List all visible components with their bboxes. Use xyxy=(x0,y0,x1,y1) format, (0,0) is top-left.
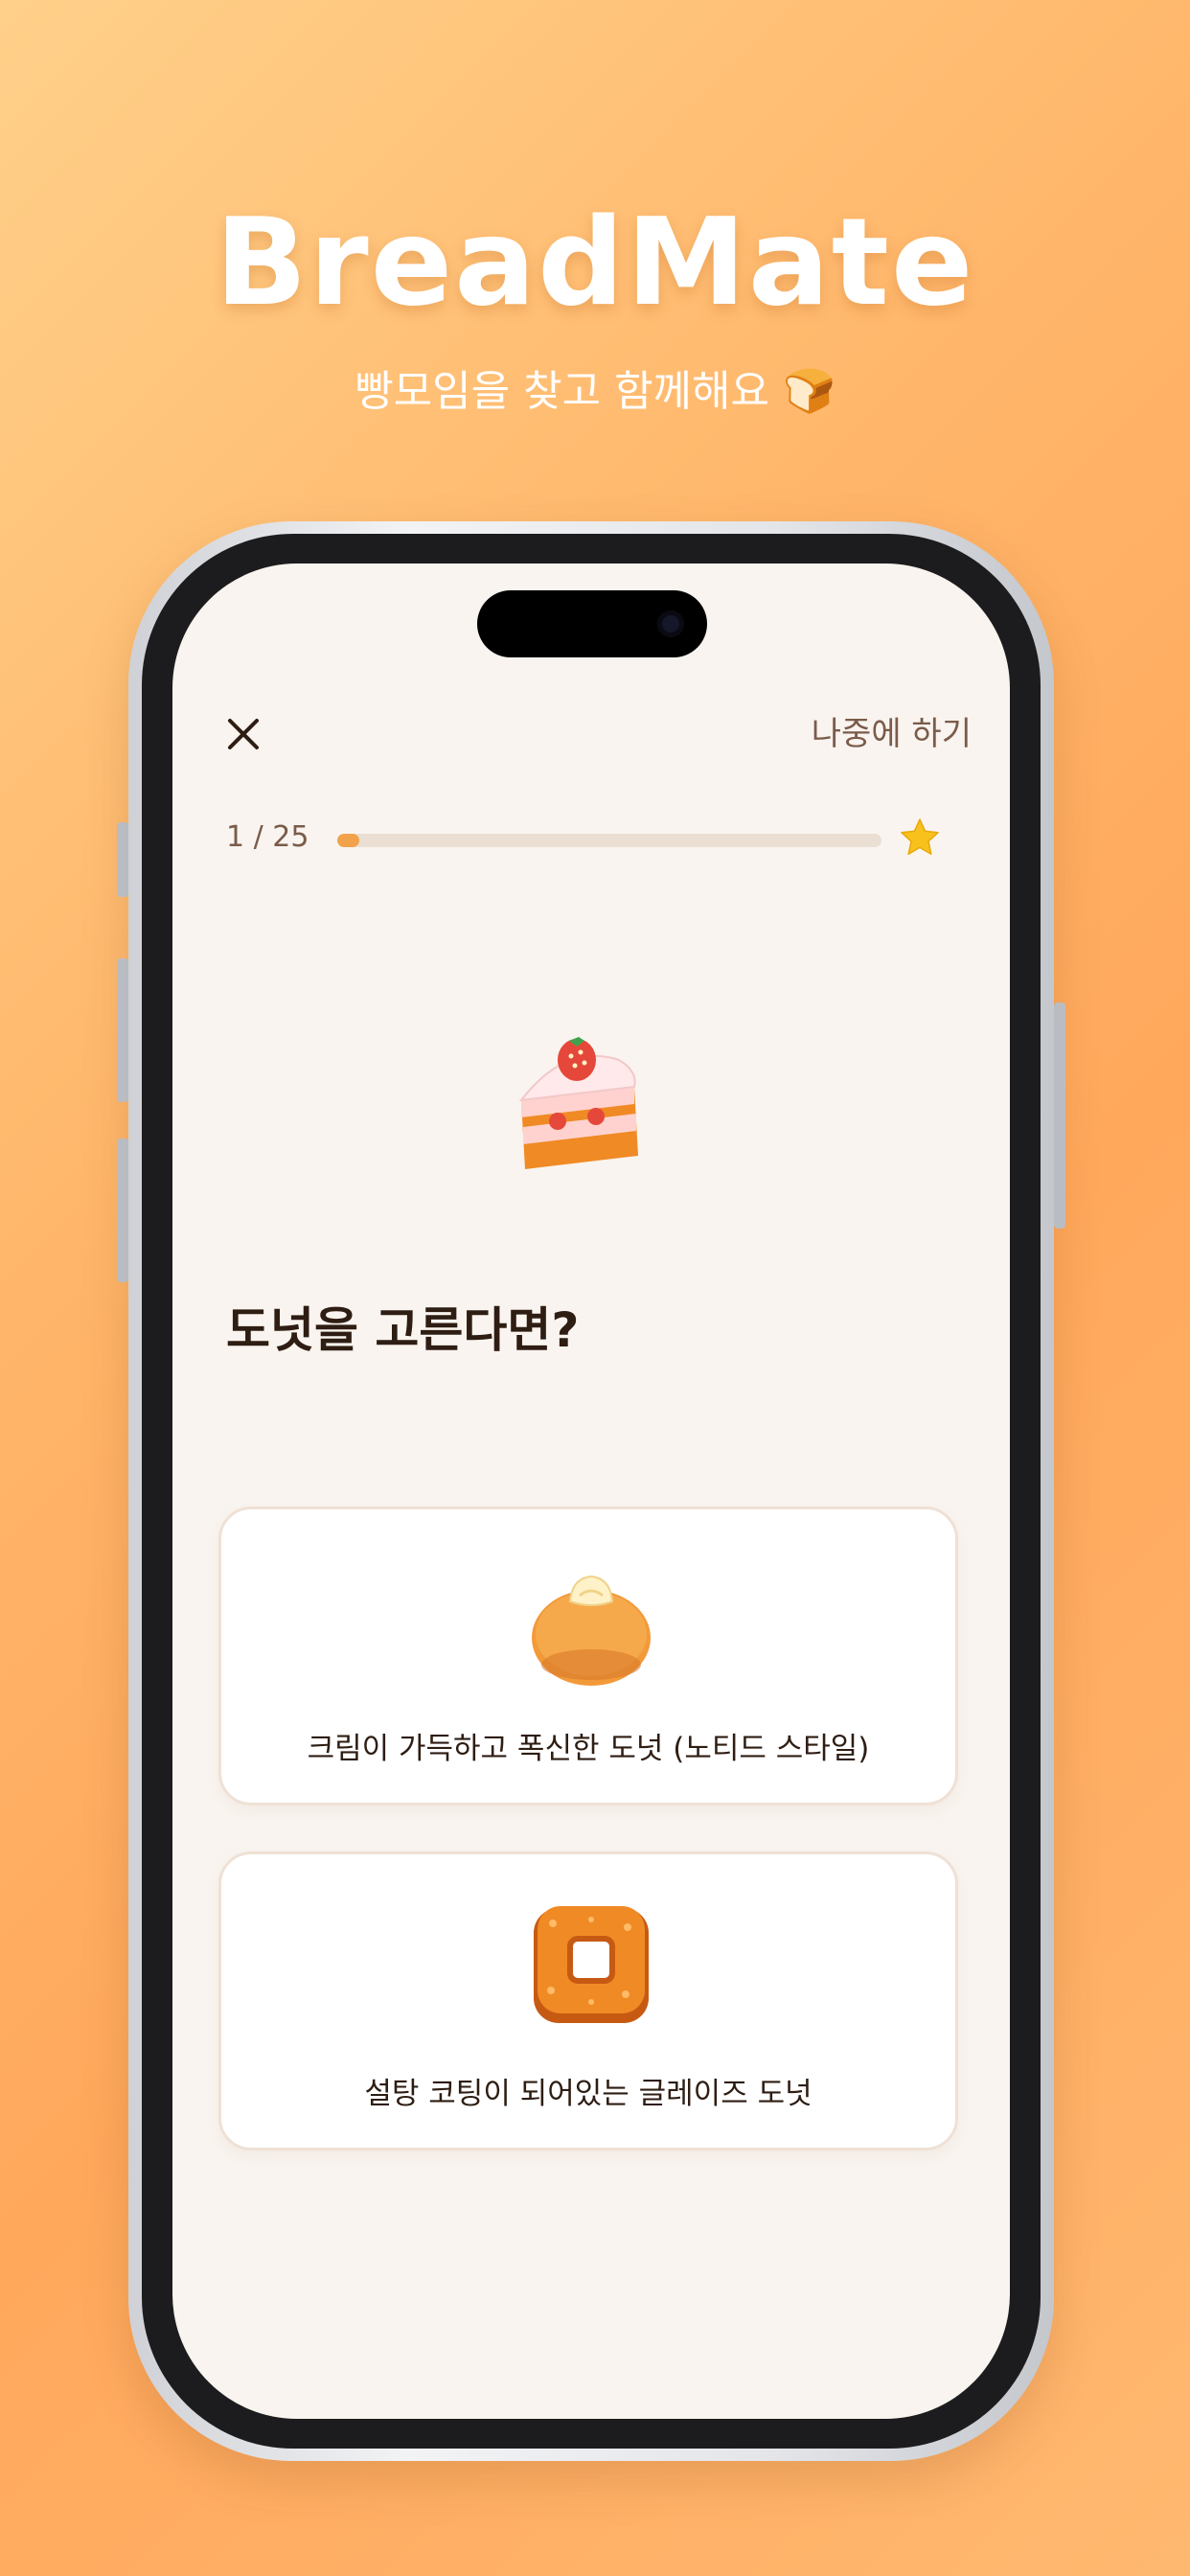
hero-title: BreadMate xyxy=(215,192,975,333)
close-button[interactable] xyxy=(215,705,272,763)
cream-donut-icon xyxy=(532,1575,651,1686)
question-title: 도넛을 고른다면? xyxy=(226,1302,580,1358)
option-label: 설탕 코팅이 되어있는 글레이즈 도넛 xyxy=(364,2077,812,2111)
progress-count: 1 / 25 xyxy=(226,820,309,854)
option-card-glazed-donut[interactable]: 설탕 코팅이 되어있는 글레이즈 도넛 xyxy=(218,1852,958,2150)
phone-side-button-volume-up xyxy=(117,958,128,1102)
option-label: 크림이 가득하고 폭신한 도넛 (노티드 스타일) xyxy=(307,1732,870,1766)
progress-fill xyxy=(337,834,359,847)
strawberry-cake-icon xyxy=(518,1037,638,1169)
later-button[interactable]: 나중에 하기 xyxy=(812,705,972,763)
glazed-donut-icon xyxy=(534,1906,649,2023)
progress-bar xyxy=(337,834,881,847)
app-screen: 나중에 하기 1 / 25 도넛을 고른다면? 크림이 가득하고 폭신한 도넛 … xyxy=(172,564,1010,2419)
camera-icon xyxy=(657,610,684,637)
star-icon xyxy=(901,818,939,855)
phone-side-button-silent xyxy=(117,822,128,897)
option-card-cream-donut[interactable]: 크림이 가득하고 폭신한 도넛 (노티드 스타일) xyxy=(218,1506,958,1806)
hero-subtitle: 빵모임을 찾고 함께해요 🍞 xyxy=(355,367,835,416)
close-icon xyxy=(228,719,259,749)
phone-side-button-volume-down xyxy=(117,1138,128,1282)
phone-side-button-power xyxy=(1054,1002,1065,1229)
dynamic-island xyxy=(477,590,707,657)
